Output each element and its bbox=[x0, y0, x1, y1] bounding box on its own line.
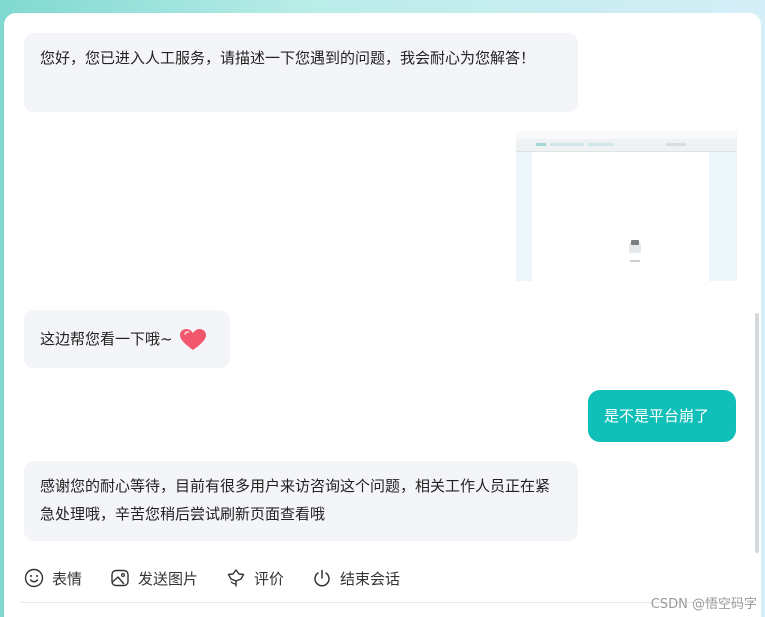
send-image-button[interactable]: 发送图片 bbox=[110, 568, 198, 589]
screenshot-thumbnail[interactable] bbox=[516, 131, 737, 281]
heart-icon bbox=[180, 328, 207, 350]
emoji-button[interactable]: 表情 bbox=[24, 568, 82, 589]
empty-state-icon bbox=[629, 240, 641, 253]
send-image-label: 发送图片 bbox=[138, 569, 199, 588]
power-icon bbox=[314, 569, 330, 587]
agent-message: 这边帮您看一下哦~ bbox=[24, 310, 230, 368]
input-divider bbox=[20, 602, 755, 603]
scrollbar[interactable] bbox=[755, 313, 759, 553]
message-text: 是不是平台崩了 bbox=[604, 407, 710, 425]
thumbnail-page bbox=[532, 152, 709, 281]
message-text: 感谢您的耐心等待，目前有很多用户来访咨询这个问题，相关工作人员正在紧急处理哦，辛… bbox=[40, 477, 551, 523]
emoji-label: 表情 bbox=[52, 569, 83, 588]
end-chat-label: 结束会话 bbox=[340, 569, 401, 588]
message-text: 您好，您已进入人工服务，请描述一下您遇到的问题，我会耐心为您解答！ bbox=[40, 49, 536, 67]
watermark: CSDN @悟空码字 bbox=[650, 597, 757, 612]
rate-label: 评价 bbox=[254, 569, 285, 588]
smile-icon bbox=[24, 568, 44, 588]
chat-window: 您好，您已进入人工服务，请描述一下您遇到的问题，我会耐心为您解答！ 这边帮您看一… bbox=[4, 13, 761, 617]
rate-button[interactable]: 评价 bbox=[226, 568, 284, 589]
image-icon bbox=[111, 569, 129, 587]
flower-icon bbox=[227, 569, 245, 587]
message-text: 这边帮您看一下哦~ bbox=[40, 330, 173, 348]
agent-message: 您好，您已进入人工服务，请描述一下您遇到的问题，我会耐心为您解答！ bbox=[24, 33, 578, 112]
agent-message: 感谢您的耐心等待，目前有很多用户来访咨询这个问题，相关工作人员正在紧急处理哦，辛… bbox=[24, 461, 578, 541]
chat-toolbar: 表情 发送图片 评价 结束会话 bbox=[24, 567, 428, 589]
thumbnail-topbar bbox=[516, 131, 737, 139]
end-chat-button[interactable]: 结束会话 bbox=[312, 568, 400, 589]
user-message: 是不是平台崩了 bbox=[588, 390, 736, 442]
thumbnail-navbar bbox=[516, 139, 737, 152]
